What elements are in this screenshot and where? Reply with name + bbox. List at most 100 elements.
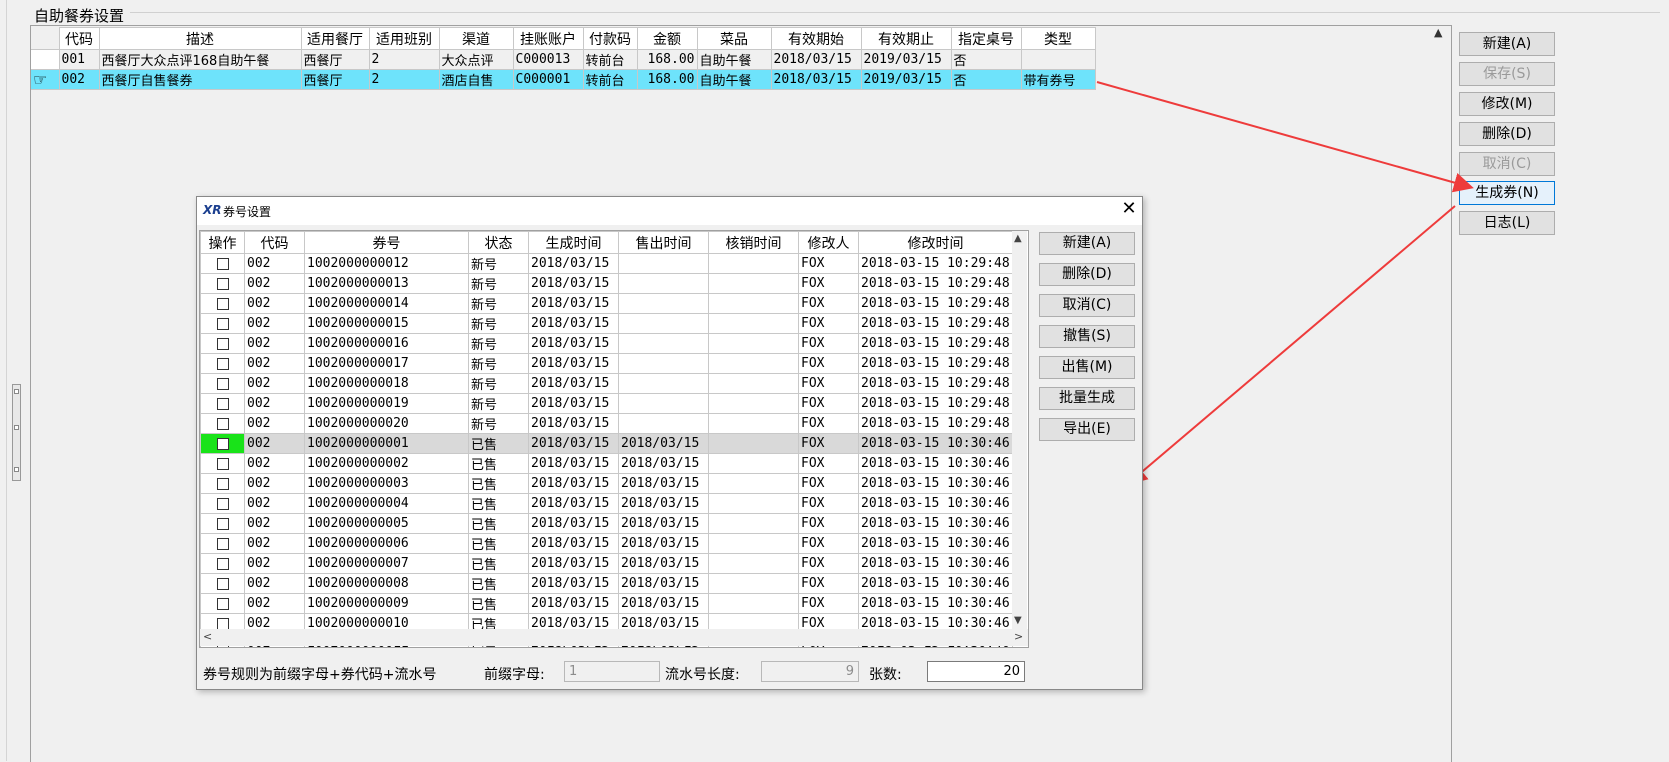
ticket-cell-status[interactable]: 已售 [468, 533, 529, 554]
ticket-cell-verify[interactable] [708, 393, 799, 414]
ticket-cell-code[interactable]: 002 [244, 313, 305, 334]
ticket-cell-gen[interactable]: 2018/03/15 [528, 493, 619, 514]
ticket-cell-no[interactable]: 1002000000019 [304, 393, 469, 414]
ticket-cell-user[interactable]: FOX [798, 353, 859, 374]
ticket-cell-mtime[interactable]: 2018-03-15 10:30:46 [858, 433, 1013, 454]
ticket-row[interactable]: 002 1002000000016 新号 2018/03/15 FOX 2018-03-1… [200, 333, 1013, 354]
checkbox[interactable] [216, 477, 229, 490]
ticket-cell-gen[interactable]: 2018/03/15 [528, 593, 619, 614]
dialog-titlebar[interactable]: XR 券号设置 ✕ [197, 197, 1142, 225]
ticket-cell-gen[interactable]: 2018/03/15 [528, 353, 619, 374]
ticket-row[interactable]: 002 1002000000014 新号 2018/03/15 FOX 2018-03-1… [200, 293, 1013, 314]
ticket-cell-no[interactable]: 1002000000014 [304, 293, 469, 314]
ticket-cell-code[interactable]: 002 [244, 593, 305, 614]
ticket-row[interactable]: 002 1002000000009 已售 2018/03/15 2018/03/15 FO… [200, 593, 1013, 614]
ticket-row[interactable]: 002 1002000000001 已售 2018/03/15 2018/03/15 FO… [200, 433, 1013, 454]
checkbox[interactable] [216, 377, 229, 390]
scroll-down-icon[interactable]: ▼ [1014, 615, 1022, 626]
ticket-cell-mtime[interactable]: 2018-03-15 10:29:48 [858, 293, 1013, 314]
dialog-button[interactable]: 批量生成 [1039, 387, 1135, 410]
checkbox[interactable] [216, 417, 229, 430]
ticket-cell-no[interactable]: 1002000000013 [304, 273, 469, 294]
ticket-cell-verify[interactable] [708, 273, 799, 294]
checkbox[interactable] [216, 497, 229, 510]
ticket-cell-user[interactable]: FOX [798, 413, 859, 434]
ticket-cell-gen[interactable]: 2018/03/15 [528, 313, 619, 334]
ticket-cell-status[interactable]: 新号 [468, 293, 529, 314]
select-checkbox-cell[interactable] [200, 473, 245, 494]
ticket-cell-sold[interactable] [618, 413, 709, 434]
ticket-row[interactable]: 002 1002000000018 新号 2018/03/15 FOX 2018-03-1… [200, 373, 1013, 394]
ticket-cell-no[interactable]: 1002000000015 [304, 313, 469, 334]
ticket-col-header[interactable]: 状态 [468, 231, 529, 254]
ticket-cell-sold[interactable] [618, 373, 709, 394]
ticket-cell-verify[interactable] [708, 473, 799, 494]
ticket-cell-sold[interactable]: 2018/03/15 [618, 593, 709, 614]
ticket-cell-mtime[interactable]: 2018-03-15 10:30:46 [858, 493, 1013, 514]
ticket-cell-status[interactable]: 新号 [468, 313, 529, 334]
ticket-cell-code[interactable]: 002 [244, 453, 305, 474]
ticket-cell-gen[interactable]: 2018/03/15 [528, 553, 619, 574]
ticket-cell-gen[interactable]: 2018/03/15 [528, 293, 619, 314]
ticket-cell-code[interactable]: 002 [244, 533, 305, 554]
ticket-cell-status[interactable]: 新号 [468, 373, 529, 394]
ticket-row[interactable]: 002 1002000000012 新号 2018/03/15 FOX 2018-03-1… [200, 253, 1013, 274]
ticket-col-header[interactable]: 代码 [244, 231, 305, 254]
select-checkbox-cell[interactable] [200, 313, 245, 334]
ticket-cell-mtime[interactable]: 2018-03-15 10:30:46 [858, 473, 1013, 494]
ticket-cell-no[interactable]: 1002000000017 [304, 353, 469, 374]
ticket-cell-user[interactable]: FOX [798, 473, 859, 494]
ticket-cell-sold[interactable]: 2018/03/15 [618, 573, 709, 594]
select-checkbox-cell[interactable] [200, 513, 245, 534]
ticket-cell-no[interactable]: 1002000000008 [304, 573, 469, 594]
ticket-cell-sold[interactable]: 2018/03/15 [618, 553, 709, 574]
ticket-cell-status[interactable]: 已售 [468, 433, 529, 454]
checkbox[interactable] [216, 277, 229, 290]
count-field[interactable]: 20 [927, 661, 1025, 682]
ticket-col-header[interactable]: 券号 [304, 231, 469, 254]
ticket-cell-gen[interactable]: 2018/03/15 [528, 433, 619, 454]
ticket-cell-mtime[interactable]: 2018-03-15 10:30:46 [858, 453, 1013, 474]
ticket-cell-verify[interactable] [708, 333, 799, 354]
ticket-cell-status[interactable]: 已售 [468, 473, 529, 494]
ticket-cell-mtime[interactable]: 2018-03-15 10:29:48 [858, 313, 1013, 334]
ticket-cell-user[interactable]: FOX [798, 593, 859, 614]
ticket-cell-code[interactable]: 002 [244, 393, 305, 414]
ticket-cell-mtime[interactable]: 2018-03-15 10:30:46 [858, 553, 1013, 574]
ticket-cell-verify[interactable] [708, 453, 799, 474]
ticket-col-header[interactable]: 售出时间 [618, 231, 709, 254]
ticket-cell-code[interactable]: 002 [244, 353, 305, 374]
ticket-cell-gen[interactable]: 2018/03/15 [528, 513, 619, 534]
ticket-cell-sold[interactable] [618, 293, 709, 314]
select-checkbox-cell[interactable] [200, 433, 245, 454]
ticket-cell-status[interactable]: 已售 [468, 573, 529, 594]
ticket-cell-status[interactable]: 新号 [468, 253, 529, 274]
ticket-cell-mtime[interactable]: 2018-03-15 10:29:48 [858, 333, 1013, 354]
ticket-cell-no[interactable]: 1002000000006 [304, 533, 469, 554]
ticket-cell-sold[interactable]: 2018/03/15 [618, 513, 709, 534]
ticket-row[interactable]: 002 1002000000004 已售 2018/03/15 2018/03/15 FO… [200, 493, 1013, 514]
ticket-cell-gen[interactable]: 2018/03/15 [528, 533, 619, 554]
prefix-field[interactable]: 1 [564, 661, 660, 682]
ticket-cell-gen[interactable]: 2018/03/15 [528, 273, 619, 294]
ticket-row[interactable]: 002 1002000000020 新号 2018/03/15 FOX 2018-03-1… [200, 413, 1013, 434]
ticket-horizontal-scrollbar[interactable]: < > [200, 629, 1028, 646]
ticket-cell-code[interactable]: 002 [244, 473, 305, 494]
ticket-cell-user[interactable]: FOX [798, 273, 859, 294]
ticket-cell-gen[interactable]: 2018/03/15 [528, 393, 619, 414]
checkbox[interactable] [216, 517, 229, 530]
ticket-row[interactable]: 002 1002000000019 新号 2018/03/15 FOX 2018-03-1… [200, 393, 1013, 414]
ticket-cell-verify[interactable] [708, 313, 799, 334]
ticket-cell-mtime[interactable]: 2018-03-15 10:30:46 [858, 513, 1013, 534]
ticket-cell-status[interactable]: 已售 [468, 513, 529, 534]
ticket-cell-code[interactable]: 002 [244, 333, 305, 354]
ticket-cell-user[interactable]: FOX [798, 373, 859, 394]
ticket-cell-user[interactable]: FOX [798, 293, 859, 314]
checkbox[interactable] [216, 297, 229, 310]
ticket-cell-sold[interactable] [618, 313, 709, 334]
ticket-cell-mtime[interactable]: 2018-03-15 10:29:48 [858, 373, 1013, 394]
dialog-button[interactable]: 出售(M) [1039, 356, 1135, 379]
ticket-cell-gen[interactable]: 2018/03/15 [528, 333, 619, 354]
select-checkbox-cell[interactable] [200, 273, 245, 294]
ticket-cell-status[interactable]: 新号 [468, 333, 529, 354]
